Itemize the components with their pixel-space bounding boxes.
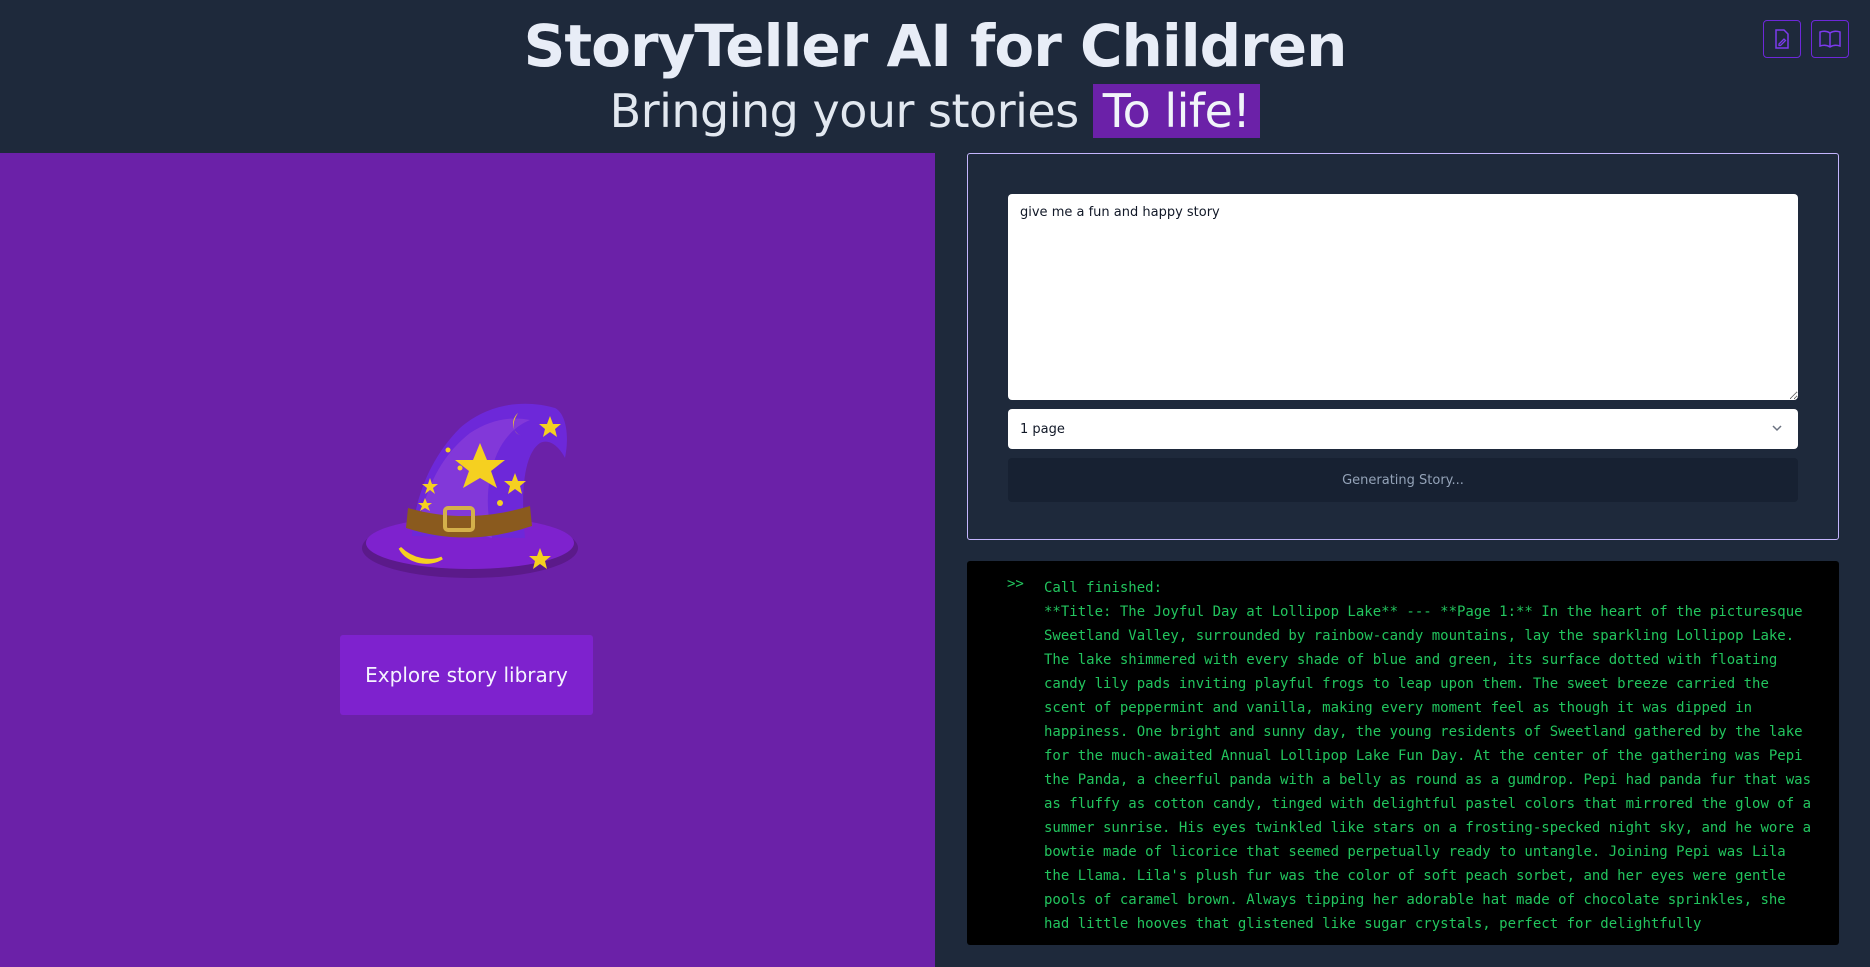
console-output: >> Call finished: **Title: The Joyful Da… xyxy=(967,561,1839,945)
edit-document-button[interactable] xyxy=(1763,20,1801,58)
library-button[interactable] xyxy=(1811,20,1849,58)
story-prompt-input[interactable] xyxy=(1008,194,1798,400)
story-output-text: **Title: The Joyful Day at Lollipop Lake… xyxy=(1044,604,1820,932)
console-text: Call finished: **Title: The Joyful Day a… xyxy=(1044,576,1814,936)
explore-library-button[interactable]: Explore story library xyxy=(340,635,593,715)
pages-select-value: 1 page xyxy=(1020,421,1065,437)
generate-story-button[interactable]: Generating Story... xyxy=(1008,458,1798,502)
page-subtitle: Bringing your stories To life! xyxy=(0,84,1870,138)
chevron-down-icon xyxy=(1772,425,1782,432)
subtitle-highlight: To life! xyxy=(1092,84,1261,138)
left-panel: Explore story library xyxy=(0,153,935,967)
console-prompt-symbol: >> xyxy=(1007,576,1024,592)
console-status: Call finished: xyxy=(1044,580,1163,596)
app-header: StoryTeller AI for Children Bringing you… xyxy=(0,0,1870,153)
edit-document-icon xyxy=(1775,29,1789,49)
wizard-hat-icon xyxy=(362,403,578,578)
book-open-icon xyxy=(1819,30,1841,48)
pages-select[interactable]: 1 page xyxy=(1008,409,1798,449)
subtitle-text: Bringing your stories xyxy=(609,84,1080,138)
page-title: StoryTeller AI for Children xyxy=(523,12,1348,80)
story-form: 1 page Generating Story... xyxy=(967,153,1839,540)
